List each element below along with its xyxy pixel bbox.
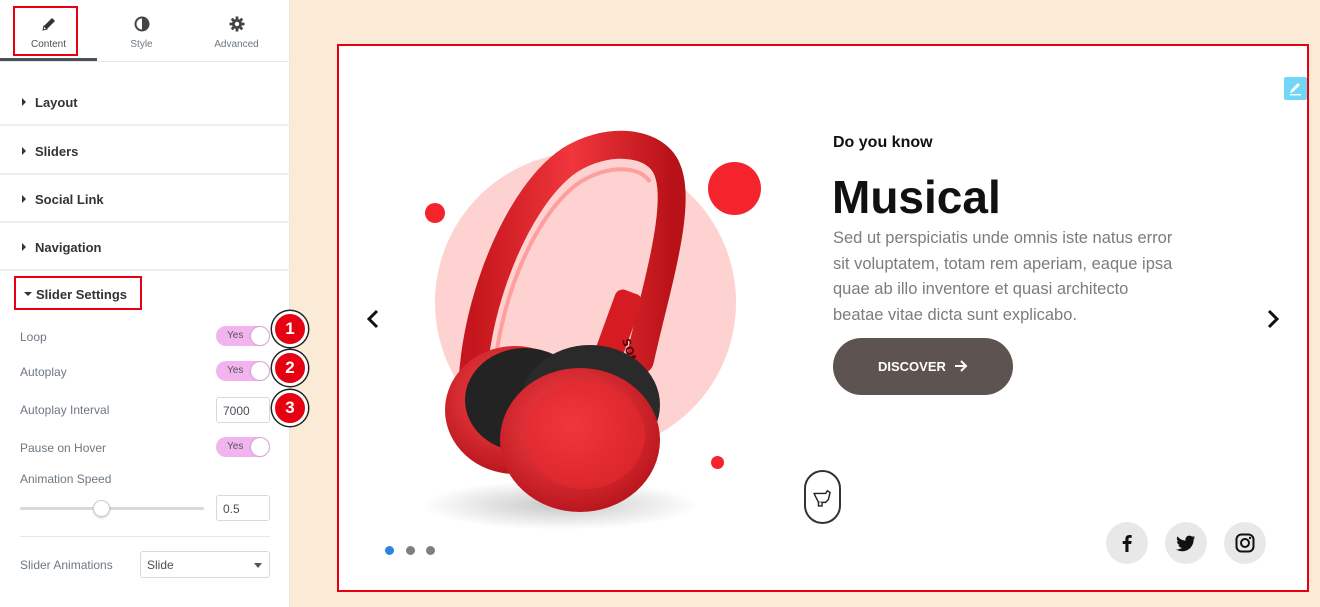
autoplay-label: Autoplay [20, 365, 67, 379]
section-social-link[interactable]: Social Link [0, 175, 290, 223]
next-arrow-icon[interactable] [1260, 307, 1284, 331]
section-sliders[interactable]: Sliders [0, 127, 290, 175]
toggle-knob [251, 438, 269, 456]
tab-label: Style [130, 39, 153, 50]
loop-label: Loop [20, 330, 47, 344]
caret-right-icon [22, 243, 26, 251]
tab-advanced[interactable]: Advanced [188, 0, 285, 61]
caret-down-icon [24, 292, 32, 296]
pencil-icon [1290, 83, 1301, 96]
caret-right-icon [22, 147, 26, 155]
animation-speed-slider[interactable] [20, 507, 204, 510]
callout-badge-2: 2 [272, 350, 308, 386]
callout-badge-3: 3 [272, 390, 308, 426]
toggle-text: Yes [227, 441, 244, 452]
toggle-text: Yes [227, 365, 244, 376]
slider-animations-label: Slider Animations [20, 558, 113, 572]
section-label: Navigation [35, 240, 102, 255]
facebook-icon [1122, 535, 1132, 552]
pagination-dot[interactable] [406, 546, 415, 555]
twitter-button[interactable] [1165, 522, 1207, 564]
select-value: Slide [147, 558, 174, 572]
facebook-button[interactable] [1106, 522, 1148, 564]
animation-speed-input[interactable]: 0.5 [216, 495, 270, 521]
caret-right-icon [22, 195, 26, 203]
slider-animations-select[interactable]: Slide [140, 551, 270, 578]
instagram-button[interactable] [1224, 522, 1266, 564]
section-navigation[interactable]: Navigation [0, 223, 290, 271]
twitter-icon [1176, 535, 1195, 552]
drag-handle[interactable] [804, 470, 841, 524]
autoplay-interval-input[interactable]: 7000 [216, 397, 270, 423]
content-tab-highlight [13, 6, 78, 56]
pause-on-hover-label: Pause on Hover [20, 441, 107, 455]
discover-button[interactable]: DISCOVER [833, 338, 1013, 395]
divider [20, 536, 270, 537]
slide-subheading: Do you know [833, 134, 933, 151]
animation-speed-handle[interactable] [93, 500, 110, 517]
prev-arrow-icon[interactable] [362, 307, 386, 331]
chevron-down-icon [254, 563, 262, 568]
headphones-image: SONY [445, 130, 686, 512]
autoplay-toggle[interactable]: Yes [216, 361, 270, 381]
tab-label: Advanced [214, 39, 259, 50]
pagination-dot-active[interactable] [385, 546, 394, 555]
contrast-icon [134, 16, 149, 32]
hand-pointer-icon [813, 490, 831, 507]
arrow-right-icon [955, 360, 968, 372]
section-label: Sliders [35, 144, 79, 159]
toggle-knob [251, 327, 269, 345]
pause-on-hover-toggle[interactable]: Yes [216, 437, 270, 457]
pagination-dot[interactable] [426, 546, 435, 555]
callout-badge-1: 1 [272, 311, 308, 347]
section-slider-settings[interactable]: Slider Settings [14, 276, 142, 310]
toggle-text: Yes [227, 330, 244, 341]
edit-widget-button[interactable] [1284, 77, 1307, 100]
slide-title: Musical [832, 171, 1001, 223]
editor-panel: Content Style Advanced Layout Sliders So… [0, 0, 290, 607]
gear-icon [229, 16, 244, 32]
section-label: Layout [35, 95, 78, 110]
section-label: Slider Settings [36, 287, 128, 302]
animation-speed-label: Animation Speed [20, 472, 112, 486]
tab-style[interactable]: Style [93, 0, 190, 61]
slide-description: Sed ut perspiciatis unde omnis iste natu… [833, 229, 1173, 324]
instagram-icon [1235, 533, 1255, 553]
discover-button-label: DISCOVER [878, 359, 946, 374]
autoplay-interval-label: Autoplay Interval [20, 403, 110, 417]
section-layout[interactable]: Layout [0, 78, 290, 126]
toggle-knob [251, 362, 269, 380]
loop-toggle[interactable]: Yes [216, 326, 270, 346]
caret-right-icon [22, 98, 26, 106]
section-label: Social Link [35, 192, 104, 207]
